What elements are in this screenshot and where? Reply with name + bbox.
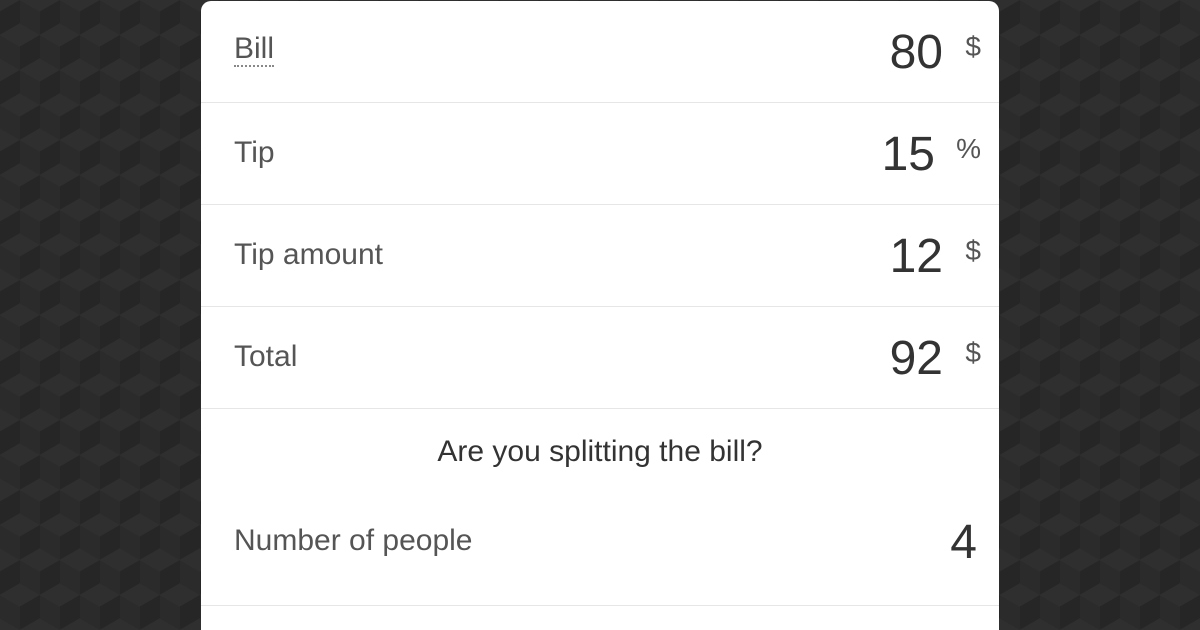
- tip-calculator-card: Bill 80 $ Tip 15 % Tip amount 12 $ Total…: [201, 1, 999, 630]
- bill-row[interactable]: Bill 80 $: [201, 1, 999, 103]
- tip-row[interactable]: Tip 15 %: [201, 103, 999, 205]
- tip-amount-row[interactable]: Tip amount 12 $: [201, 205, 999, 307]
- dollar-unit: $: [965, 31, 981, 62]
- people-label: Number of people: [234, 524, 473, 557]
- tip-amount-input[interactable]: 12: [890, 231, 943, 283]
- bill-value-input[interactable]: 80: [890, 27, 943, 79]
- people-row[interactable]: Number of people 4: [201, 499, 999, 606]
- people-count-input[interactable]: 4: [950, 517, 977, 569]
- tip-percent-input[interactable]: 15: [882, 129, 935, 181]
- tip-amount-label: Tip amount: [234, 238, 383, 271]
- bill-label: Bill: [234, 32, 275, 67]
- dollar-unit: $: [965, 337, 981, 368]
- percent-unit: %: [956, 133, 981, 164]
- total-input[interactable]: 92: [890, 333, 943, 385]
- dollar-unit: $: [965, 235, 981, 266]
- tip-label: Tip: [234, 136, 275, 169]
- total-label: Total: [234, 340, 298, 373]
- total-row[interactable]: Total 92 $: [201, 307, 999, 409]
- split-question-heading: Are you splitting the bill?: [437, 435, 763, 468]
